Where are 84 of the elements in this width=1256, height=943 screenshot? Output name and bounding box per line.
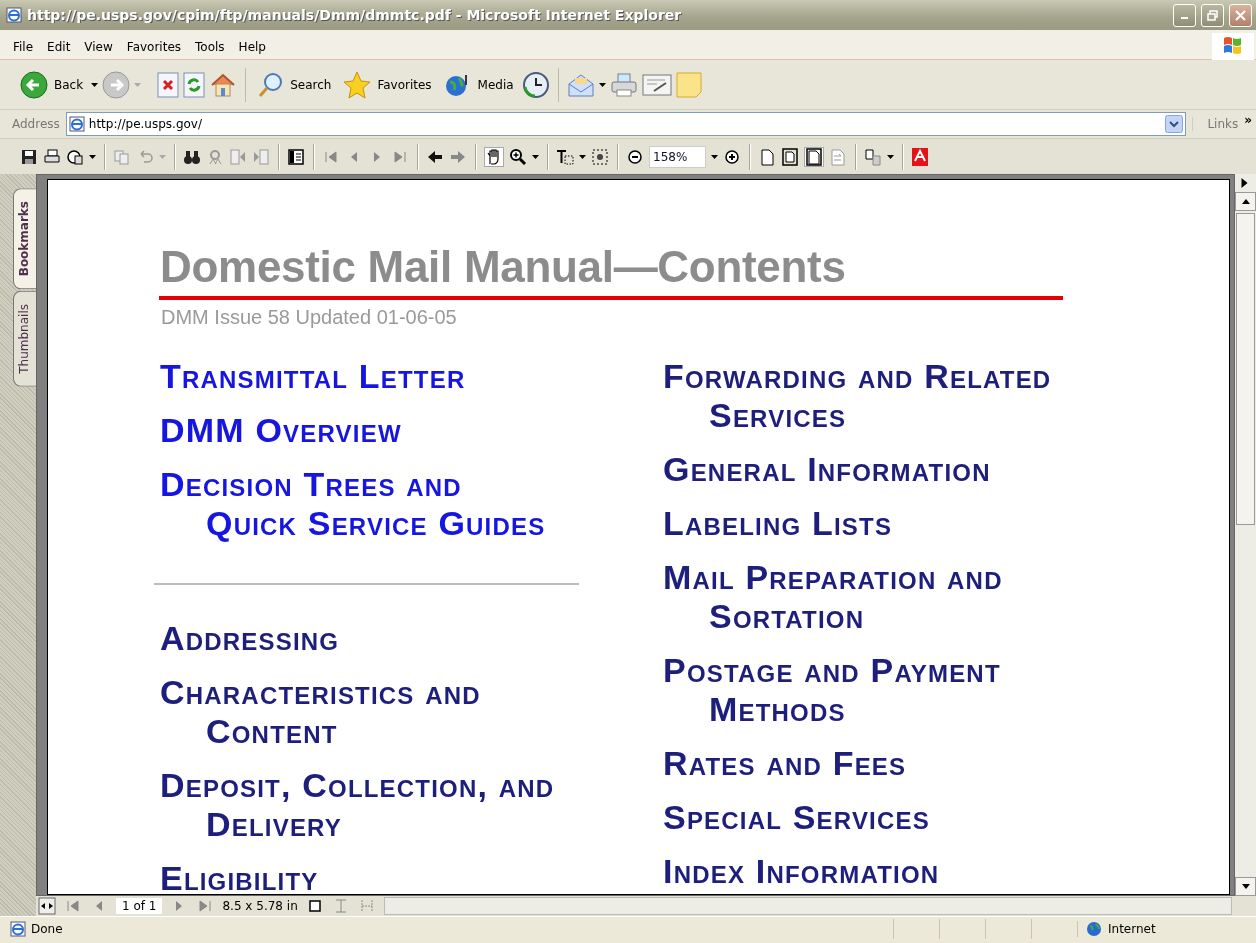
address-label: Address xyxy=(12,117,60,131)
copy-icon xyxy=(113,147,131,166)
contents-link[interactable]: General Information xyxy=(663,450,1166,489)
rotate-pages-icon[interactable] xyxy=(864,147,882,166)
zoom-in-icon[interactable] xyxy=(509,147,527,166)
star-icon[interactable] xyxy=(343,70,372,99)
zoom-in-icon[interactable] xyxy=(723,147,741,166)
next-page-icon xyxy=(252,147,270,166)
browser-logo-icon xyxy=(10,921,26,937)
globe-page-icon[interactable] xyxy=(66,147,84,166)
scroll-down-icon[interactable] xyxy=(1241,884,1250,889)
search-button[interactable]: Search xyxy=(254,69,336,100)
caret-icon[interactable] xyxy=(887,154,894,159)
links-label[interactable]: Links xyxy=(1192,117,1239,131)
adobe-logo-icon[interactable] xyxy=(911,147,929,166)
zoom-field[interactable]: 158% xyxy=(649,145,706,168)
side-tab[interactable]: Bookmarks xyxy=(13,188,36,290)
horizontal-scrollbar[interactable] xyxy=(383,897,1232,915)
search-icon[interactable] xyxy=(258,71,285,98)
contents-link[interactable]: Postage and Payment Methods xyxy=(663,651,1166,729)
favorites-button[interactable]: Favorites xyxy=(339,68,436,101)
actual-size-icon[interactable] xyxy=(758,147,776,166)
caret-icon xyxy=(159,154,166,159)
caret-icon[interactable] xyxy=(91,82,99,87)
contents-link[interactable]: Deposit, Collection, and Delivery xyxy=(160,766,663,844)
security-zone-text: Internet xyxy=(1108,922,1156,936)
split-handle-icon[interactable] xyxy=(38,897,56,915)
side-tab[interactable]: Thumbnails xyxy=(13,291,36,387)
address-field[interactable]: http://pe.usps.gov/ xyxy=(65,112,1187,136)
zoom-out-icon[interactable] xyxy=(626,147,644,166)
first-page-icon[interactable] xyxy=(64,897,82,915)
snapshot-icon[interactable] xyxy=(591,147,609,166)
browser-logo-icon xyxy=(68,116,85,132)
contents-link[interactable]: Decision Trees and Quick Service Guides xyxy=(160,465,663,543)
browser-logo-icon xyxy=(6,7,22,23)
fit-width-icon[interactable] xyxy=(805,147,823,166)
caret-icon[interactable] xyxy=(598,82,606,87)
close-icon[interactable] xyxy=(1235,9,1246,21)
caret-icon[interactable] xyxy=(89,154,96,159)
more-chevron[interactable]: » xyxy=(1244,113,1252,135)
scrollbar-thumb[interactable] xyxy=(1236,213,1255,525)
caret-icon[interactable] xyxy=(532,154,539,159)
restore-icon[interactable] xyxy=(1207,9,1218,21)
contents-link[interactable]: DMM Overview xyxy=(160,411,663,450)
panel-toggle-icon[interactable] xyxy=(287,147,305,166)
menu-item[interactable]: Tools xyxy=(188,37,232,56)
fit-page-icon[interactable] xyxy=(781,147,799,166)
scroll-up-icon[interactable] xyxy=(1241,199,1250,204)
contents-link[interactable]: Characteristics and Content xyxy=(160,673,663,751)
document-title: Domestic Mail Manual—Contents xyxy=(160,242,847,292)
previous-page-icon xyxy=(229,147,247,166)
media-button[interactable]: Media xyxy=(439,69,518,100)
caret-icon[interactable] xyxy=(579,154,586,159)
caret-icon xyxy=(134,82,142,87)
text-select-icon[interactable] xyxy=(556,147,574,166)
pen-document-icon[interactable] xyxy=(641,72,672,97)
contents-link[interactable]: Eligibility xyxy=(160,859,663,894)
page-number-field[interactable]: 1 of 1 xyxy=(116,898,163,914)
menu-item[interactable]: View xyxy=(77,37,120,56)
contents-link[interactable]: Transmittal Letter xyxy=(160,357,663,396)
reflow-icon xyxy=(829,147,847,166)
contents-link[interactable]: Labeling Lists xyxy=(663,504,1166,543)
menu-item[interactable]: Help xyxy=(231,37,273,56)
contents-link[interactable]: Forwarding and Related Services xyxy=(663,357,1166,435)
contents-link[interactable]: Addressing xyxy=(160,619,663,658)
contents-link[interactable]: Mail Preparation and Sortation xyxy=(663,558,1166,636)
status-text: Done xyxy=(31,922,64,936)
back-button[interactable]: Back xyxy=(16,68,88,101)
menu-item[interactable]: Edit xyxy=(40,37,78,56)
window-title: http://pe.usps.gov/cpim/ftp/manuals/Dmm/dmmtc.pdf - Microsoft Internet Explorer xyxy=(27,7,683,23)
globe-icon xyxy=(1086,921,1102,937)
contents-link[interactable]: Index Information xyxy=(663,852,1166,891)
page-size-text: 8.5 x 5.78 in xyxy=(222,899,298,913)
stop-icon[interactable] xyxy=(157,71,180,98)
dropdown-chevron-icon[interactable] xyxy=(1165,115,1184,133)
printer-icon[interactable] xyxy=(43,147,61,166)
menu-item[interactable]: Favorites xyxy=(119,37,189,56)
menu-item[interactable]: File xyxy=(6,37,41,56)
windows-flag-icon xyxy=(1222,35,1244,55)
refresh-icon[interactable] xyxy=(183,71,206,98)
contents-link[interactable]: Special Services xyxy=(663,798,1166,837)
document-subtitle: DMM Issue 58 Updated 01-06-05 xyxy=(161,306,458,329)
caret-icon[interactable] xyxy=(711,154,718,159)
contents-link[interactable]: Rates and Fees xyxy=(663,744,1166,783)
